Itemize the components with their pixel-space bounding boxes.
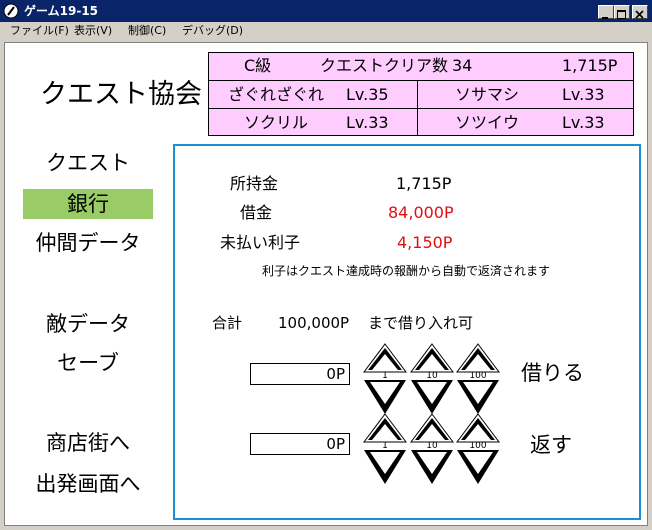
unpaid-interest-label: 未払い利子 — [220, 233, 301, 252]
increment-100-button[interactable] — [456, 343, 500, 373]
total-suffix: まで借り入れ可 — [368, 314, 474, 332]
minimize-icon — [602, 17, 608, 19]
menu-control[interactable]: 制御(C) — [128, 23, 166, 39]
increment-10-button[interactable] — [410, 343, 454, 373]
nav-item-enemy-data[interactable]: 敵データ — [23, 311, 153, 337]
minimize-button[interactable] — [598, 5, 614, 19]
nav-item-shopping-street[interactable]: 商店街へ — [23, 430, 153, 456]
debt-label: 借金 — [240, 203, 273, 222]
borrow-stepper-100: 100 — [456, 343, 500, 414]
decrement-1-button[interactable] — [364, 380, 406, 414]
repay-stepper-10: 10 — [410, 413, 454, 484]
borrow-amount-field[interactable]: 0P — [250, 363, 350, 385]
party-member-level: Lv.33 — [562, 113, 605, 132]
step-label: 10 — [426, 371, 438, 381]
maximize-button[interactable] — [614, 5, 630, 19]
interest-note: 利子はクエスト達成時の報酬から自動で返済されます — [262, 264, 551, 278]
party-member-name: ざぐれざぐれ — [228, 85, 325, 104]
nav-item-quest[interactable]: クエスト — [23, 150, 153, 176]
menu-view[interactable]: 表示(V) — [74, 23, 112, 39]
repay-amount-field[interactable]: 0P — [250, 433, 350, 455]
unpaid-interest-value: 4,150P — [397, 233, 453, 252]
decrement-10-button[interactable] — [411, 450, 453, 484]
divider — [417, 80, 418, 136]
increment-10-button[interactable] — [410, 413, 454, 443]
nav-item-save[interactable]: セーブ — [23, 350, 153, 376]
money-text: 1,715P — [562, 56, 618, 75]
borrow-button[interactable]: 借りる — [521, 360, 584, 386]
step-label: 100 — [469, 441, 486, 451]
menu-file[interactable]: ファイル(F) — [10, 23, 69, 39]
app-icon — [3, 3, 19, 19]
decrement-100-button[interactable] — [457, 450, 499, 484]
party-member-level: Lv.33 — [346, 113, 389, 132]
rank-text: C級 — [244, 56, 272, 75]
repay-button[interactable]: 返す — [530, 432, 572, 458]
party-member-name: ソクリル — [244, 113, 309, 132]
increment-1-button[interactable] — [363, 413, 407, 443]
party-member-name: ソツイウ — [455, 113, 520, 132]
decrement-100-button[interactable] — [457, 380, 499, 414]
window-title: ゲーム19-15 — [24, 4, 99, 18]
step-label: 1 — [382, 371, 388, 381]
page-title: クエスト協会 — [40, 79, 202, 110]
divider — [208, 108, 634, 109]
increment-100-button[interactable] — [456, 413, 500, 443]
nav-item-party-data[interactable]: 仲間データ — [23, 230, 153, 256]
funds-label: 所持金 — [230, 174, 279, 193]
party-member-name: ソサマシ — [455, 85, 520, 104]
step-label: 10 — [426, 441, 438, 451]
maximize-icon — [617, 10, 626, 19]
quest-clear-count: 34 — [452, 56, 473, 75]
party-member-level: Lv.33 — [562, 85, 605, 104]
menu-debug[interactable]: デバッグ(D) — [182, 23, 243, 39]
total-label: 合計 — [212, 314, 243, 332]
repay-stepper-1: 1 — [363, 413, 407, 484]
decrement-10-button[interactable] — [411, 380, 453, 414]
nav-item-departure[interactable]: 出発画面へ — [23, 471, 153, 497]
step-label: 1 — [382, 441, 388, 451]
divider — [208, 80, 634, 81]
decrement-1-button[interactable] — [364, 450, 406, 484]
debt-value: 84,000P — [388, 203, 454, 222]
close-icon — [635, 10, 644, 19]
increment-1-button[interactable] — [363, 343, 407, 373]
quest-clear-label: クエストクリア数 — [320, 56, 449, 75]
close-button[interactable] — [632, 5, 648, 19]
total-value: 100,000P — [278, 314, 350, 332]
borrow-stepper-10: 10 — [410, 343, 454, 414]
party-member-level: Lv.35 — [346, 85, 389, 104]
nav-item-bank[interactable]: 銀行 — [23, 191, 153, 217]
repay-stepper-100: 100 — [456, 413, 500, 484]
borrow-stepper-1: 1 — [363, 343, 407, 414]
funds-value: 1,715P — [396, 174, 452, 193]
step-label: 100 — [469, 371, 486, 381]
